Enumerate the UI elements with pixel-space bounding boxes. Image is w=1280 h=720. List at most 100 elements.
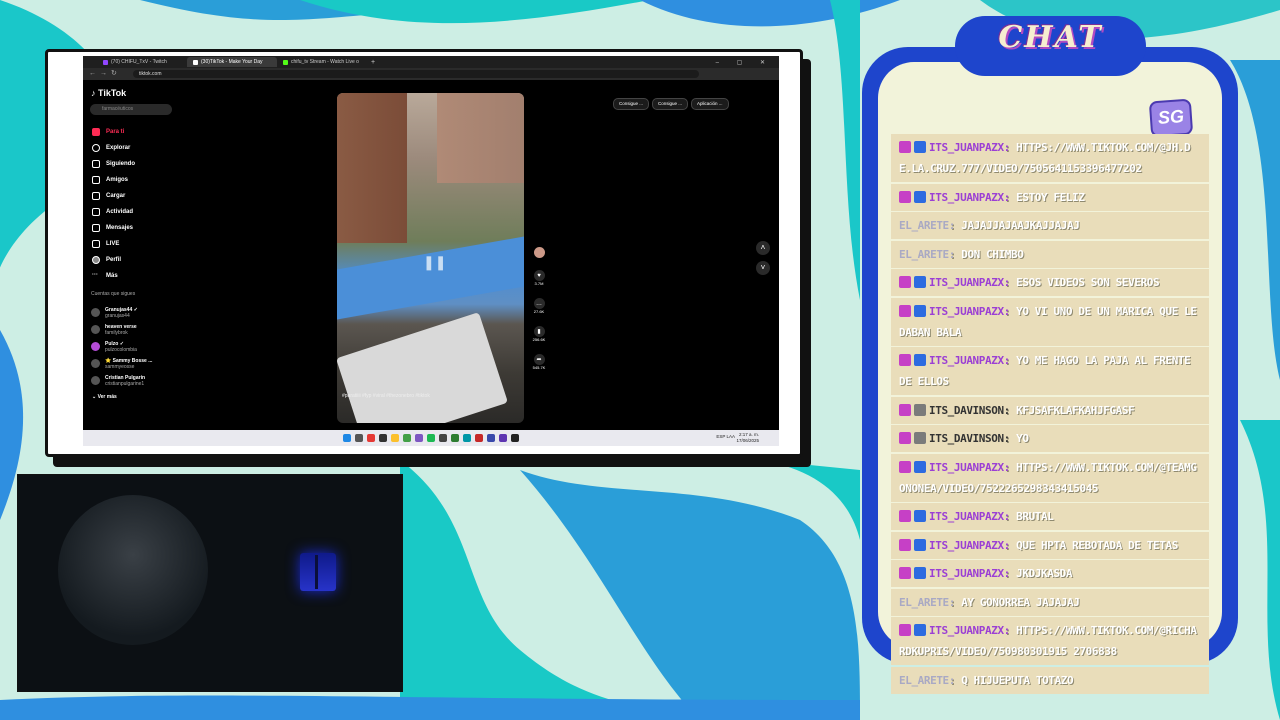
following-item[interactable]: Pulzo ✓ pulzocolombia (91, 338, 152, 355)
bookmark-button[interactable]: ▮ 256.6K (530, 314, 548, 342)
following-list: Granujas44 ✓ granujas44 heaven verse famil… (91, 304, 152, 389)
verified-badge-icon (914, 190, 926, 203)
chat-username[interactable]: ITS_JUANPAZX (929, 141, 1004, 154)
nav-item-perfil[interactable]: Perfil (92, 252, 135, 268)
sub-badge-icon (899, 141, 911, 153)
nav-item-live[interactable]: LIVE (92, 236, 135, 252)
chevron-up-icon[interactable]: ˄ (756, 241, 770, 255)
browser-tab-twitch[interactable]: (70) CHIFU_TxV - Twitch (97, 57, 187, 67)
edge-icon[interactable] (463, 434, 471, 442)
search-icon[interactable] (355, 434, 363, 442)
creator-avatar[interactable] (530, 236, 548, 258)
more-icon: ··· (92, 272, 98, 278)
tiktok-logo[interactable]: ♪ TikTok (91, 88, 126, 98)
get-app-button[interactable]: Consigue ... (652, 98, 689, 110)
search-input[interactable]: farmacéuticos (90, 104, 172, 115)
nav-item-explorar[interactable]: Explorar (92, 140, 135, 156)
nav-item-amigos[interactable]: Amigos (92, 172, 135, 188)
sub-badge-icon (899, 510, 911, 522)
following-item[interactable]: ⭐ Sammy Bosse ... sammyeosse (91, 355, 152, 372)
app-button[interactable]: Aplicación ... (691, 98, 729, 110)
chat-username[interactable]: EL_ARETE (899, 219, 949, 232)
verified-badge-icon (914, 141, 926, 153)
chat-username[interactable]: EL_ARETE (899, 674, 949, 687)
chat-username[interactable]: ITS_JUANPAZX (929, 305, 1004, 318)
following-item[interactable]: heaven verse familybrok (91, 321, 152, 338)
blue-light (300, 553, 336, 591)
nav-item-mas[interactable]: ··· Más (92, 268, 135, 284)
obs-icon[interactable] (511, 434, 519, 442)
bits-badge-icon (914, 403, 926, 416)
live-icon (92, 240, 100, 248)
chat-message: ITS_JUANPAZX: ESTOY FELIZ (891, 183, 1209, 211)
chat-text: Q HIJUEPUTA TOTAZO (961, 673, 1074, 687)
get-coins-button[interactable]: Consigue ... (613, 98, 650, 110)
streamer-silhouette (58, 495, 208, 645)
pause-icon[interactable]: ❚❚ (423, 254, 446, 271)
brave-icon[interactable] (367, 434, 375, 442)
taskbar-clock[interactable]: 2:17 a. m. 17/06/2025 (736, 432, 759, 444)
chat-message: ITS_JUANPAZX: YO ME HAGO LA PAJA AL FREN… (891, 347, 1209, 395)
tiktok-nav: Para ti Explorar Siguiendo Amigos Cargar… (92, 124, 135, 284)
comment-button[interactable]: … 27.6K (530, 286, 548, 314)
excel-icon[interactable] (451, 434, 459, 442)
video-player[interactable]: ❚❚ #paratiiii #fyp #viral #thezonebro #t… (337, 93, 524, 423)
nav-item-mensajes[interactable]: Mensajes (92, 220, 135, 236)
sub-badge-icon (899, 276, 911, 288)
sg-logo: SG (1148, 98, 1194, 138)
app-icon[interactable] (475, 434, 483, 442)
following-item[interactable]: Granujas44 ✓ granujas44 (91, 304, 152, 321)
windows-start-icon[interactable] (343, 434, 351, 442)
chat-separator: : (1003, 141, 1017, 154)
verified-badge-icon (914, 276, 926, 288)
chrome-icon[interactable] (403, 434, 411, 442)
chat-username[interactable]: ITS_JUANPAZX (929, 276, 1004, 289)
sub-badge-icon (899, 624, 911, 636)
chat-username[interactable]: ITS_JUANPAZX (929, 510, 1004, 523)
nav-item-para-ti[interactable]: Para ti (92, 124, 135, 140)
app-icon[interactable] (379, 434, 387, 442)
app-icon[interactable] (439, 434, 447, 442)
chat-username[interactable]: ITS_JUANPAZX (929, 567, 1004, 580)
chat-username[interactable]: ITS_JUANPAZX (929, 191, 1004, 204)
url-field[interactable]: tiktok.com (133, 70, 699, 78)
chat-separator: : (948, 673, 962, 687)
app-icon[interactable] (487, 434, 495, 442)
share-button[interactable]: ➦ 545.7K (530, 342, 548, 370)
chat-username[interactable]: ITS_JUANPAZX (929, 354, 1004, 367)
app-icon[interactable] (499, 434, 507, 442)
window-controls[interactable]: – ▢ ✕ (716, 59, 773, 66)
chat-username[interactable]: ITS_DAVINSON (929, 432, 1004, 445)
sub-badge-icon (899, 190, 911, 203)
like-button[interactable]: ♥ 3.7M (530, 258, 548, 286)
chat-separator: : (1003, 432, 1017, 445)
system-tray[interactable]: ESP LAA (716, 434, 735, 439)
chat-username[interactable]: ITS_DAVINSON (929, 404, 1004, 417)
upload-icon (92, 192, 100, 200)
verified-badge-icon (914, 304, 926, 317)
nav-buttons[interactable]: ←→↻ (89, 69, 121, 77)
chat-username[interactable]: ITS_JUANPAZX (929, 539, 1004, 552)
chat-username[interactable]: EL_ARETE (899, 248, 949, 261)
chat-username[interactable]: EL_ARETE (899, 596, 949, 609)
avatar (91, 308, 100, 317)
browser-tab-tiktok[interactable]: (30)TikTok - Make Your Day (187, 57, 277, 67)
video-frame-roof (337, 236, 524, 320)
discord-icon[interactable] (415, 434, 423, 442)
chat-separator: : (948, 219, 962, 232)
following-item[interactable]: Cristian Pulgarín cristianpulgarine1 (91, 372, 152, 389)
chevron-down-icon[interactable]: ˅ (756, 261, 770, 275)
folder-icon[interactable] (391, 434, 399, 442)
nav-item-actividad[interactable]: Actividad (92, 204, 135, 220)
browser-tab-kick[interactable]: chifu_tv Stream - Watch Live o (277, 57, 367, 67)
chat-separator: : (1003, 190, 1017, 204)
see-more-link[interactable]: ⌄ Ver más (92, 394, 117, 400)
tiktok-sidebar: ♪ TikTok farmacéuticos Para ti Explorar … (83, 82, 178, 422)
nav-item-siguiendo[interactable]: Siguiendo (92, 156, 135, 172)
nav-item-cargar[interactable]: Cargar (92, 188, 135, 204)
new-tab-icon[interactable]: + (371, 59, 375, 66)
chat-username[interactable]: ITS_JUANPAZX (929, 461, 1004, 474)
sub-badge-icon (899, 304, 911, 317)
chat-username[interactable]: ITS_JUANPAZX (929, 624, 1004, 637)
spotify-icon[interactable] (427, 434, 435, 442)
